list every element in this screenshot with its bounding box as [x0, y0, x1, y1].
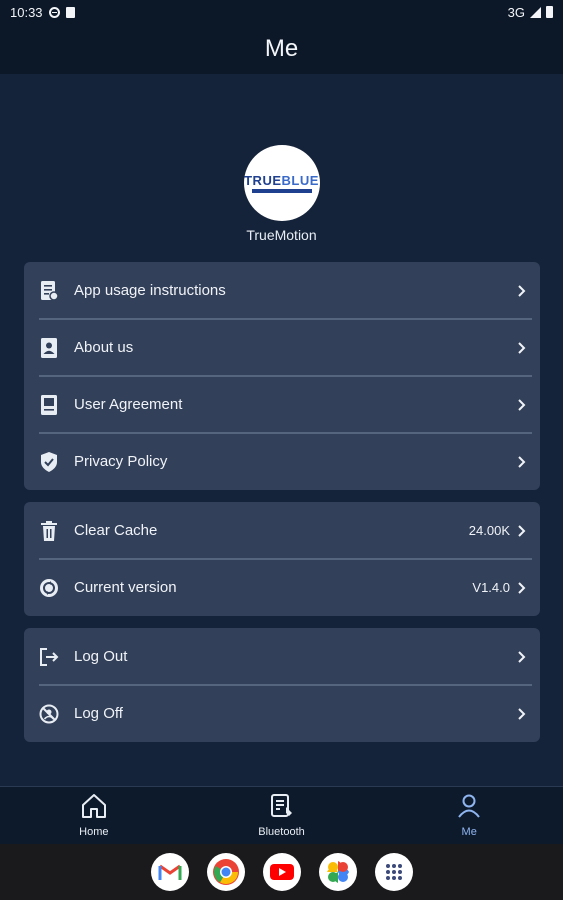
gmail-icon[interactable] — [150, 853, 189, 891]
do-not-disturb-icon — [48, 6, 60, 18]
app-header: Me — [0, 24, 563, 74]
row-label: Current version — [74, 579, 177, 596]
company-logo: TRUEBLUE — [243, 145, 320, 221]
version-icon — [38, 577, 60, 599]
log-out-row[interactable]: Log Out — [24, 628, 540, 685]
log-off-row[interactable]: Log Off — [24, 684, 540, 742]
app-drawer-icon[interactable] — [374, 853, 413, 891]
tab-label: Home — [79, 826, 109, 838]
chevron-right-icon — [516, 398, 526, 412]
photos-icon[interactable] — [318, 853, 357, 891]
tab-label: Bluetooth — [258, 826, 305, 838]
tab-me[interactable]: Me — [375, 787, 563, 844]
profile-name: TrueMotion — [246, 227, 317, 243]
profile-section: TRUEBLUE TrueMotion — [0, 145, 563, 243]
agreement-icon — [38, 394, 60, 416]
bottom-navigation: Home Bluetooth Me — [0, 786, 563, 844]
clear-cache-row[interactable]: Clear Cache 24.00K — [24, 502, 540, 559]
user-agreement-row[interactable]: User Agreement — [24, 375, 540, 433]
info-menu-card: App usage instructions About us User Agr… — [24, 262, 540, 490]
row-label: App usage instructions — [74, 282, 226, 299]
chrome-icon[interactable] — [206, 853, 245, 891]
youtube-icon[interactable] — [262, 853, 301, 891]
chevron-right-icon — [516, 650, 526, 664]
chevron-right-icon — [516, 284, 526, 298]
sim-card-icon — [65, 6, 75, 18]
account-actions-card: Log Out Log Off — [24, 628, 540, 742]
chevron-right-icon — [516, 707, 526, 721]
app-settings-card: Clear Cache 24.00K Current version V1.4.… — [24, 502, 540, 616]
page-title: Me — [264, 35, 299, 62]
row-label: Log Off — [74, 705, 123, 722]
status-time: 10:33 — [10, 4, 43, 20]
row-label: About us — [74, 339, 134, 356]
chevron-right-icon — [516, 524, 526, 538]
app-usage-instructions-row[interactable]: App usage instructions — [24, 262, 540, 319]
row-label: Clear Cache — [74, 522, 158, 539]
network-type: 3G — [507, 4, 525, 20]
signal-icon — [530, 6, 541, 18]
person-card-icon — [38, 337, 60, 359]
bluetooth-form-icon — [269, 793, 295, 824]
battery-icon — [546, 6, 553, 18]
version-value: V1.4.0 — [472, 580, 510, 595]
cache-size-value: 24.00K — [468, 523, 510, 538]
shield-check-icon — [38, 451, 60, 473]
home-icon — [80, 793, 108, 824]
about-us-row[interactable]: About us — [24, 318, 540, 376]
logo-wordmark: TRUEBLUE — [244, 172, 319, 188]
document-info-icon — [38, 280, 60, 302]
row-label: User Agreement — [74, 396, 183, 413]
tab-bluetooth[interactable]: Bluetooth — [188, 787, 376, 844]
chevron-right-icon — [516, 341, 526, 355]
privacy-policy-row[interactable]: Privacy Policy — [24, 432, 540, 490]
current-version-row[interactable]: Current version V1.4.0 — [24, 558, 540, 616]
chevron-right-icon — [516, 455, 526, 469]
system-app-dock — [0, 844, 563, 900]
logout-icon — [38, 646, 60, 668]
person-icon — [456, 793, 482, 824]
chevron-right-icon — [516, 581, 526, 595]
row-label: Log Out — [74, 648, 128, 665]
row-label: Privacy Policy — [74, 453, 168, 470]
tab-label: Me — [461, 826, 477, 838]
tab-home[interactable]: Home — [0, 787, 188, 844]
status-bar: 10:33 3G — [0, 0, 563, 24]
block-icon — [38, 703, 60, 725]
trash-icon — [38, 520, 60, 542]
